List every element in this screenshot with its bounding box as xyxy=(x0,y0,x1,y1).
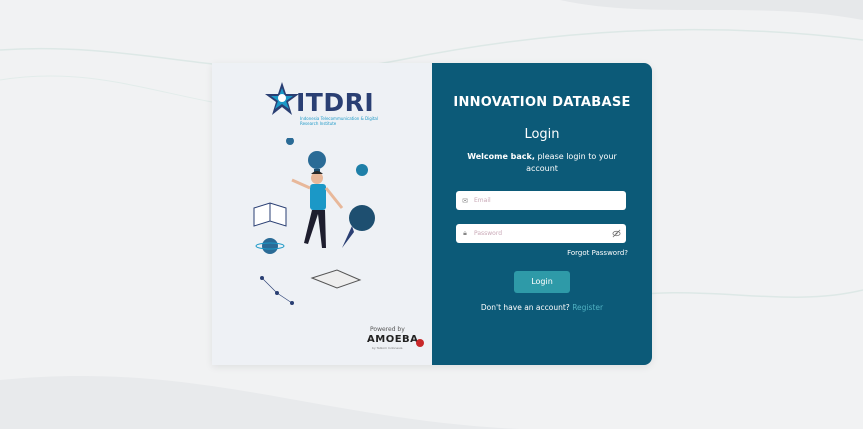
star-logo-icon xyxy=(265,82,299,115)
itdri-logo: ITDRI Indonesia Telecommunication & Digi… xyxy=(264,78,384,126)
lock-icon: 🔒︎ xyxy=(463,229,467,237)
login-button[interactable]: Login xyxy=(514,271,570,293)
telkom-logo-icon xyxy=(416,339,424,347)
password-field[interactable]: 🔒︎ xyxy=(456,224,626,243)
amoeba-logo: AMOEBA xyxy=(367,334,419,345)
logo-subtitle: Indonesia Telecommunication & Digital Re… xyxy=(300,116,378,126)
logo-text: ITDRI xyxy=(296,88,375,117)
password-input[interactable] xyxy=(474,230,594,237)
illustration-panel: ITDRI Indonesia Telecommunication & Digi… xyxy=(212,63,432,365)
email-field[interactable]: ✉ xyxy=(456,191,626,210)
page-heading: INNOVATION DATABASE xyxy=(453,95,631,110)
login-title: Login xyxy=(524,127,560,142)
register-link[interactable]: Register xyxy=(572,303,603,312)
powered-by-label: Powered by xyxy=(370,326,405,333)
email-input[interactable] xyxy=(474,197,594,204)
mail-icon: ✉ xyxy=(462,196,468,205)
login-card: ITDRI Indonesia Telecommunication & Digi… xyxy=(212,63,652,365)
register-prompt: Don't have an account? Register xyxy=(432,303,652,312)
welcome-rest: please login to your account xyxy=(526,152,617,173)
forgot-password-link[interactable]: Forgot Password? xyxy=(567,249,628,257)
person-with-ideas-illustration xyxy=(253,138,375,305)
login-panel: INNOVATION DATABASE Login Welcome back, … xyxy=(432,63,652,365)
no-account-text: Don't have an account? xyxy=(480,303,570,312)
welcome-bold: Welcome back, xyxy=(467,152,535,161)
eye-slash-icon[interactable] xyxy=(612,229,621,238)
amoeba-subtitle: by Telkom Indonesia xyxy=(372,346,403,350)
welcome-text: Welcome back, please login to your accou… xyxy=(452,151,632,175)
